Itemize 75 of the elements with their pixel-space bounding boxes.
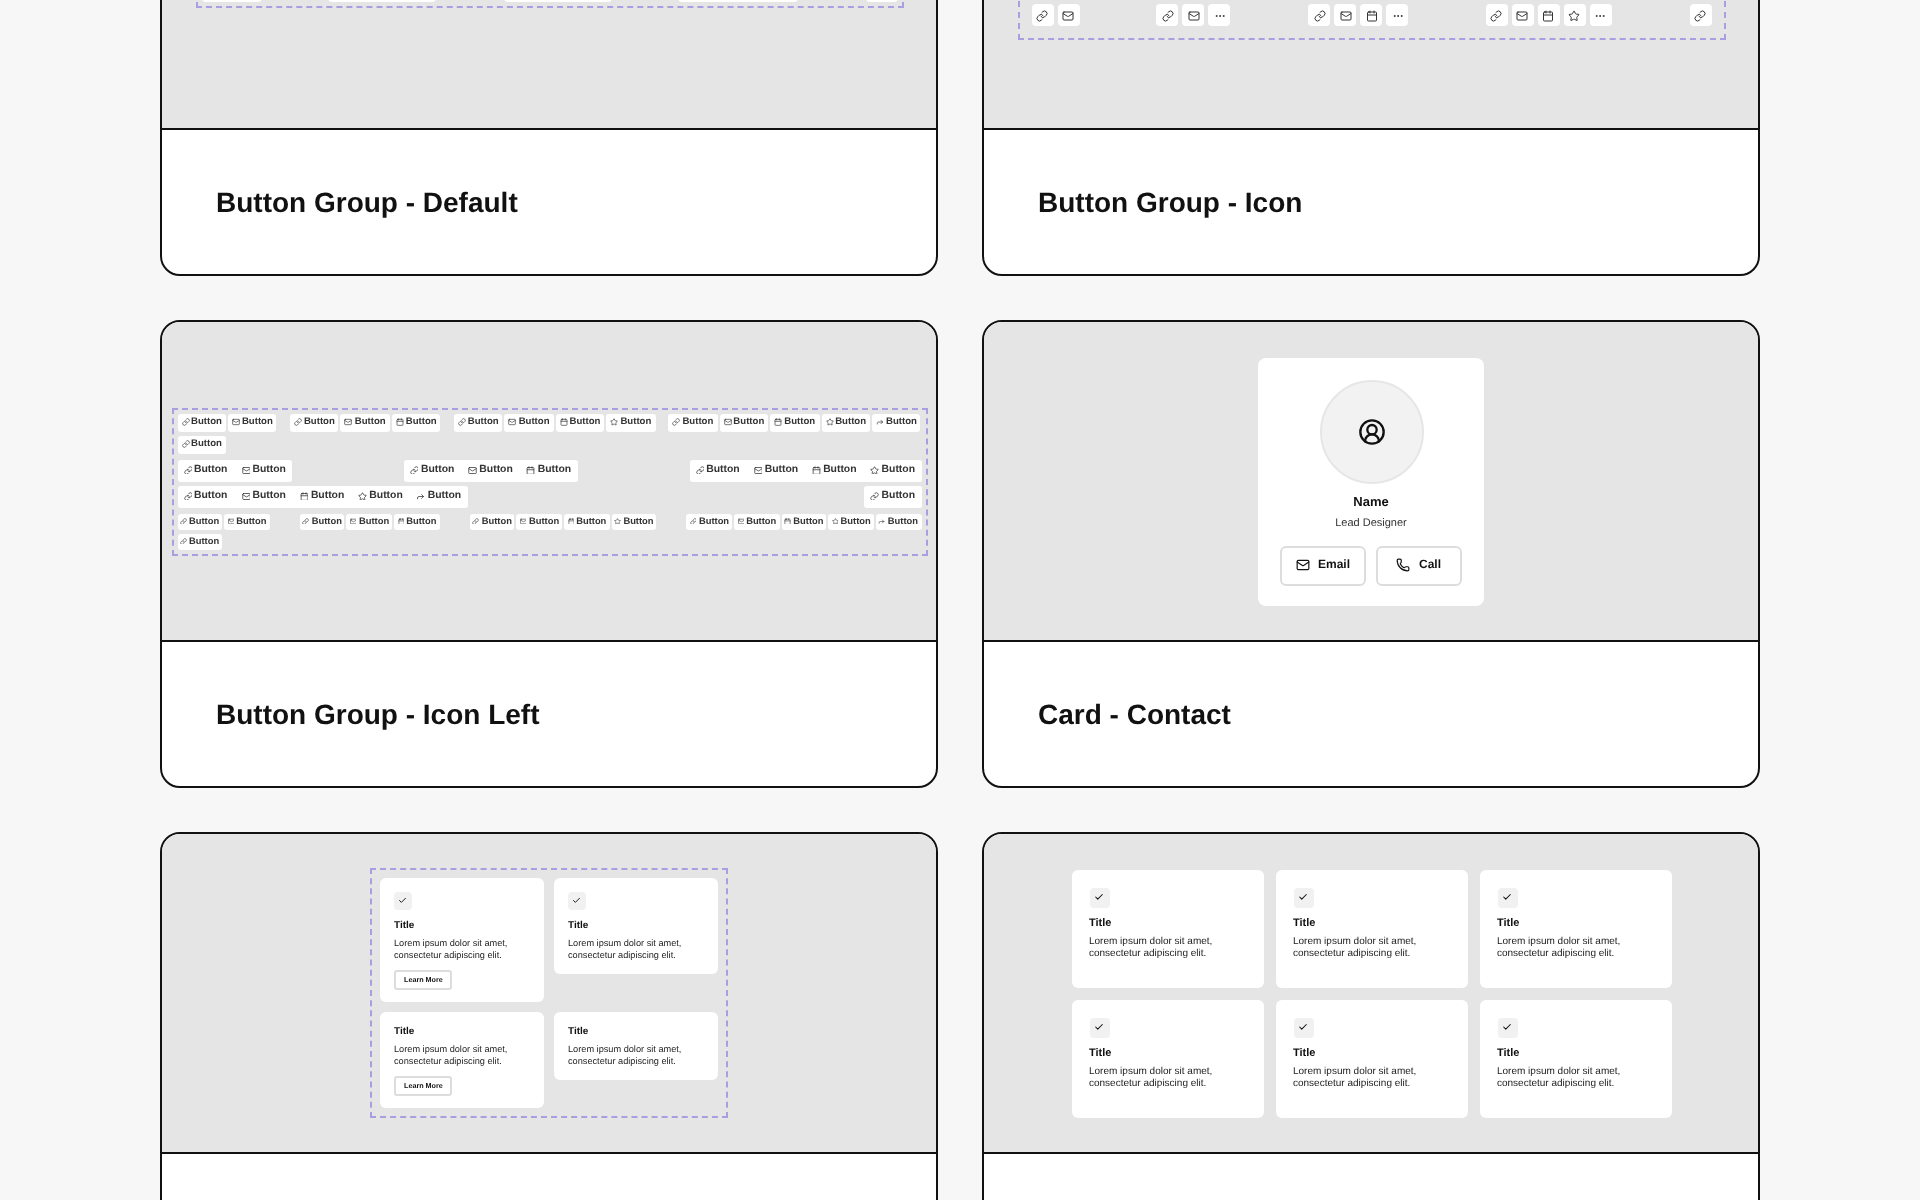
link-icon bbox=[302, 517, 310, 525]
calendar-icon bbox=[812, 465, 822, 475]
mail-icon bbox=[241, 465, 251, 475]
user-icon bbox=[1357, 417, 1385, 445]
icon-button[interactable] bbox=[1156, 4, 1179, 26]
card-label: Card - Contact bbox=[1038, 698, 1231, 730]
link-icon bbox=[870, 491, 880, 501]
mail-icon bbox=[737, 517, 745, 525]
link-icon bbox=[1694, 9, 1706, 21]
calendar-icon bbox=[299, 491, 309, 501]
forward-icon bbox=[416, 491, 426, 501]
link-icon bbox=[695, 465, 705, 475]
calendar-icon bbox=[397, 517, 405, 525]
mail-icon bbox=[1516, 9, 1529, 21]
icon-button[interactable] bbox=[1308, 4, 1330, 26]
star-icon bbox=[614, 517, 622, 525]
phone-icon bbox=[1396, 558, 1411, 572]
mail-icon bbox=[1062, 9, 1074, 21]
mail-icon bbox=[227, 517, 235, 525]
component-card[interactable] bbox=[160, 320, 938, 788]
icon-button[interactable] bbox=[1360, 4, 1382, 26]
icon-button[interactable] bbox=[1563, 4, 1586, 26]
link-icon bbox=[1313, 9, 1325, 21]
star-icon bbox=[358, 491, 368, 501]
forward-icon bbox=[876, 418, 885, 426]
icon-button[interactable] bbox=[1689, 4, 1711, 26]
card-label: Button Group - Icon Left bbox=[216, 698, 540, 730]
star-icon bbox=[825, 418, 834, 426]
link-icon bbox=[183, 491, 192, 501]
calendar-icon bbox=[1542, 9, 1555, 21]
mail-icon bbox=[468, 465, 478, 475]
mail-icon bbox=[519, 517, 527, 525]
link-icon bbox=[293, 418, 302, 426]
link-icon bbox=[181, 418, 189, 426]
mail-icon bbox=[723, 418, 732, 426]
icon-button[interactable] bbox=[1485, 4, 1508, 26]
mail-icon bbox=[241, 491, 251, 501]
calendar-icon bbox=[774, 418, 783, 426]
link-icon bbox=[1490, 9, 1503, 21]
calendar-icon bbox=[784, 517, 792, 525]
calendar-icon bbox=[526, 465, 536, 475]
mail-icon bbox=[753, 465, 763, 475]
link-icon bbox=[180, 537, 187, 545]
component-card[interactable]: Button Group - Default bbox=[160, 0, 938, 276]
link-icon bbox=[183, 465, 192, 475]
star-icon bbox=[870, 465, 880, 475]
link-icon bbox=[180, 517, 187, 525]
link-icon bbox=[409, 465, 419, 475]
card-label: Button Group - Icon bbox=[1038, 186, 1303, 218]
link-icon bbox=[1036, 9, 1048, 21]
star-icon bbox=[831, 517, 839, 525]
link-icon bbox=[181, 440, 189, 448]
link-icon bbox=[689, 517, 697, 525]
mail-icon bbox=[1339, 9, 1351, 21]
star-icon bbox=[610, 418, 619, 426]
calendar-icon bbox=[567, 517, 575, 525]
star-icon bbox=[1568, 9, 1581, 21]
mail-icon bbox=[344, 418, 353, 426]
calendar-icon bbox=[395, 418, 404, 426]
link-icon bbox=[457, 418, 466, 426]
icon-button[interactable] bbox=[1031, 4, 1053, 26]
card-label: Button Group - Default bbox=[216, 186, 518, 218]
calendar-icon bbox=[559, 418, 568, 426]
calendar-icon bbox=[1365, 9, 1377, 21]
mail-icon bbox=[349, 517, 357, 525]
mail-icon bbox=[231, 418, 240, 426]
link-icon bbox=[472, 517, 480, 525]
link-icon bbox=[672, 418, 681, 426]
mail-icon bbox=[508, 418, 517, 426]
mail-icon bbox=[1295, 558, 1310, 572]
link-icon bbox=[1161, 9, 1174, 21]
component-card[interactable]: Button Group - Icon bbox=[982, 0, 1760, 276]
forward-icon bbox=[878, 517, 886, 525]
mail-icon bbox=[1187, 9, 1200, 21]
icon-button[interactable] bbox=[1537, 4, 1560, 26]
